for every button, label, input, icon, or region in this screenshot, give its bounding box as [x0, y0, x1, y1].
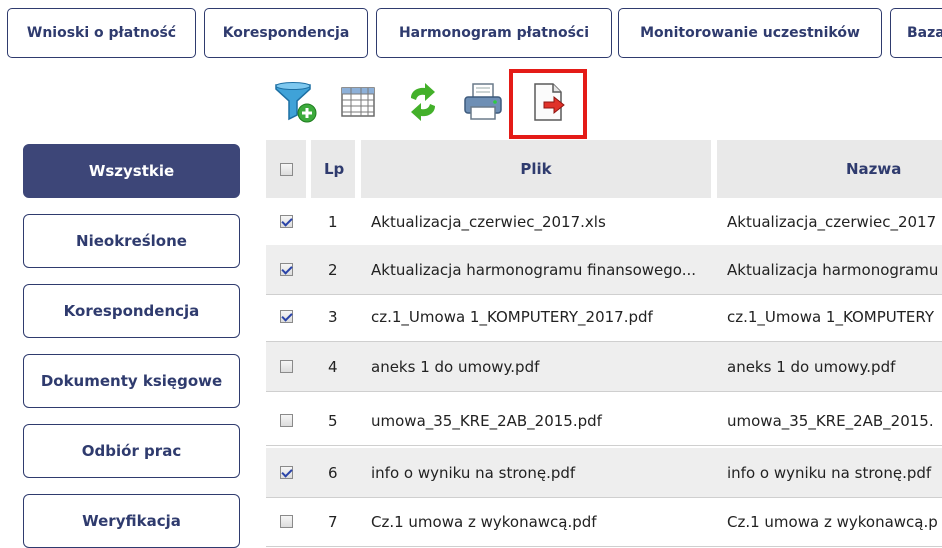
row-nazwa: cz.1_Umowa 1_KOMPUTERY	[727, 308, 935, 326]
sidebar-item-wszystkie[interactable]: Wszystkie	[23, 144, 240, 198]
row-plik[interactable]: Aktualizacja_czerwiec_2017.xls	[371, 197, 711, 247]
row-lp: 5	[328, 412, 338, 430]
row-nazwa: info o wyniku na stronę.pdf	[727, 464, 932, 482]
sidebar-item-weryfikacja[interactable]: Weryfikacja	[23, 494, 240, 548]
table-row[interactable]: 5 umowa_35_KRE_2AB_2015.pdf umowa_35_KRE_2…	[266, 396, 942, 446]
row-plik[interactable]: info o wyniku na stronę.pdf	[371, 448, 711, 498]
row-lp: 6	[328, 464, 338, 482]
sidebar-item-odbior-prac[interactable]: Odbiór prac	[23, 424, 240, 478]
row-lp: 2	[328, 261, 338, 279]
row-lp: 4	[328, 358, 338, 376]
row-lp: 7	[328, 513, 338, 531]
row-checkbox[interactable]	[280, 466, 293, 479]
sidebar-item-korespondencja[interactable]: Korespondencja	[23, 284, 240, 338]
sidebar-item-dokumenty-ksiegowe[interactable]: Dokumenty księgowe	[23, 354, 240, 408]
row-nazwa: umowa_35_KRE_2AB_2015.	[727, 412, 934, 430]
row-nazwa: aneks 1 do umowy.pdf	[727, 358, 896, 376]
table-row[interactable]: 4 aneks 1 do umowy.pdf aneks 1 do umowy.pd…	[266, 342, 942, 392]
column-header-nazwa[interactable]: Nazwa	[846, 140, 901, 198]
table-row[interactable]: 3 cz.1_Umowa 1_KOMPUTERY_2017.pdf cz.1_Umo…	[266, 292, 942, 342]
tab-korespondencja[interactable]: Korespondencja	[204, 8, 368, 58]
row-plik[interactable]: cz.1_Umowa 1_KOMPUTERY_2017.pdf	[371, 292, 711, 342]
row-nazwa: Aktualizacja_czerwiec_2017	[727, 213, 937, 231]
export-highlight-box	[509, 69, 587, 139]
row-lp: 3	[328, 308, 338, 326]
row-plik[interactable]: Aktualizacja harmonogramu finansowego...	[371, 245, 711, 295]
tab-wnioski-o-platnosc[interactable]: Wnioski o płatność	[7, 8, 196, 58]
row-checkbox[interactable]	[280, 360, 293, 373]
row-checkbox[interactable]	[280, 215, 293, 228]
row-checkbox[interactable]	[280, 310, 293, 323]
table-row[interactable]: 1 Aktualizacja_czerwiec_2017.xls Aktualiza…	[266, 197, 942, 247]
row-checkbox[interactable]	[280, 515, 293, 528]
tab-monitorowanie-uczestnikow[interactable]: Monitorowanie uczestników	[618, 8, 882, 58]
row-plik[interactable]: umowa_35_KRE_2AB_2015.pdf	[371, 396, 711, 446]
row-checkbox[interactable]	[280, 414, 293, 427]
table-row[interactable]: 6 info o wyniku na stronę.pdf info o wynik…	[266, 448, 942, 498]
table-row[interactable]: 7 Cz.1 umowa z wykonawcą.pdf Cz.1 umowa z …	[266, 497, 942, 547]
row-plik[interactable]: Cz.1 umowa z wykonawcą.pdf	[371, 497, 711, 547]
tab-baza[interactable]: Baza	[890, 8, 942, 58]
filter-add-icon[interactable]	[272, 79, 318, 125]
table-row[interactable]: 2 Aktualizacja harmonogramu finansowego..…	[266, 245, 942, 295]
table-icon[interactable]	[335, 79, 381, 125]
column-header-lp[interactable]: Lp	[324, 140, 344, 198]
row-lp: 1	[328, 213, 338, 231]
column-header-plik[interactable]: Plik	[361, 140, 711, 198]
select-all-checkbox[interactable]	[280, 163, 293, 176]
row-plik[interactable]: aneks 1 do umowy.pdf	[371, 342, 711, 392]
row-checkbox[interactable]	[280, 263, 293, 276]
print-icon[interactable]	[460, 79, 506, 125]
header-nazwa-cell	[717, 140, 942, 198]
tab-harmonogram-platnosci[interactable]: Harmonogram płatności	[376, 8, 612, 58]
refresh-icon[interactable]	[400, 79, 446, 125]
row-nazwa: Cz.1 umowa z wykonawcą.p	[727, 513, 938, 531]
top-tab-bar: Wnioski o płatność Korespondencja Harmon…	[0, 0, 942, 66]
row-nazwa: Aktualizacja harmonogramu	[727, 261, 939, 279]
sidebar-item-nieokreslone[interactable]: Nieokreślone	[23, 214, 240, 268]
